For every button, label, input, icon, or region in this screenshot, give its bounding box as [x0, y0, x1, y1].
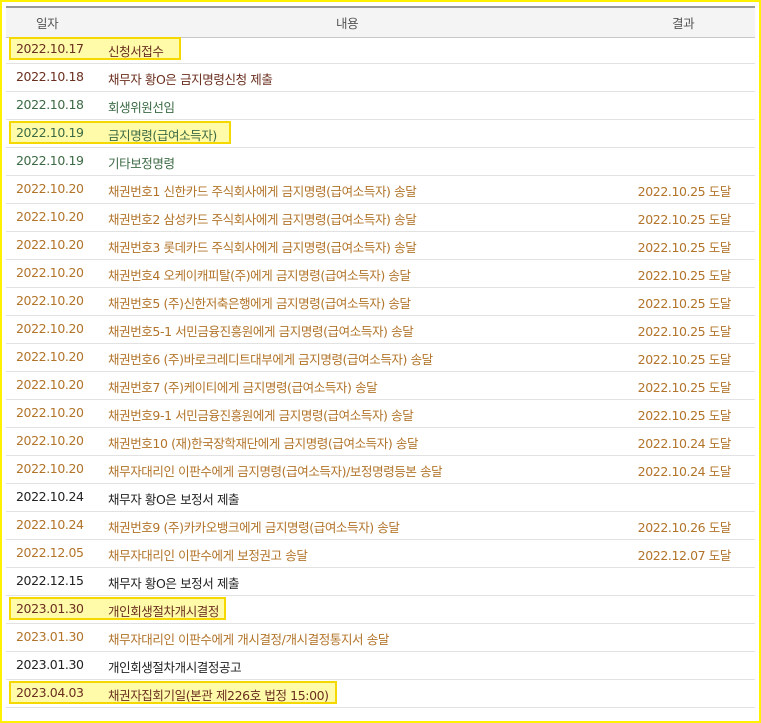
- row-date: 2023.04.03: [16, 685, 84, 700]
- row-result: 2022.10.24 도달: [637, 464, 732, 479]
- table-row: 2023.01.30 채무자대리인 이판수에게 개시결정/개시결정통지서 송달: [6, 624, 755, 652]
- row-date: 2022.10.19: [16, 153, 84, 168]
- row-date: 2022.10.20: [16, 181, 84, 196]
- table-row: 2022.10.18 회생위원선임: [6, 92, 755, 120]
- table-row: 2022.10.20 채권번호5 (주)신한저축은행에게 금지명령(급여소득자) …: [6, 288, 755, 316]
- row-date: 2022.10.20: [16, 349, 84, 364]
- row-date: 2022.10.20: [16, 433, 84, 448]
- table-row: 2022.10.24 채무자 황O은 보정서 제출: [6, 484, 755, 512]
- row-content: 채무자대리인 이판수에게 금지명령(급여소득자)/보정명령등본 송달: [108, 464, 443, 479]
- row-result: 2022.10.25 도달: [637, 352, 732, 367]
- table-header: 일자 내용 결과: [6, 6, 755, 38]
- row-date: 2023.01.30: [16, 601, 84, 616]
- table-row: 2022.10.20 채권번호4 오케이캐피탈(주)에게 금지명령(급여소득자) …: [6, 260, 755, 288]
- result-column-header: 결과: [672, 16, 695, 31]
- row-result: 2022.10.25 도달: [637, 296, 732, 311]
- table-row: 2022.10.20 채권번호1 신한카드 주식회사에게 금지명령(급여소득자) …: [6, 176, 755, 204]
- progress-table-body: 2022.10.17 신청서접수 2022.10.18 채무자 황O은 금지명령신청 …: [6, 36, 755, 708]
- row-content: 기타보정명령: [108, 156, 175, 171]
- row-date: 2022.10.20: [16, 377, 84, 392]
- date-column-header: 일자: [36, 16, 59, 31]
- row-date: 2023.01.30: [16, 629, 84, 644]
- row-date: 2022.10.18: [16, 97, 84, 112]
- table-row: 2022.10.20 채권번호9-1 서민금융진흥원에게 금지명령(급여소득자) …: [6, 400, 755, 428]
- table-row: 2022.12.05 채무자대리인 이판수에게 보정권고 송달 2022.12.07…: [6, 540, 755, 568]
- row-content: 채권번호6 (주)바로크레디트대부에게 금지명령(급여소득자) 송달: [108, 352, 433, 367]
- row-result: 2022.10.25 도달: [637, 184, 732, 199]
- row-content: 채무자 황O은 보정서 제출: [108, 576, 240, 591]
- row-result: 2022.10.25 도달: [637, 380, 732, 395]
- row-content: 채권번호2 삼성카드 주식회사에게 금지명령(급여소득자) 송달: [108, 212, 417, 227]
- row-content: 신청서접수: [108, 44, 164, 59]
- row-content: 채권번호10 (재)한국장학재단에게 금지명령(급여소득자) 송달: [108, 436, 419, 451]
- table-row: 2023.01.30 개인회생절차개시결정: [6, 596, 755, 624]
- row-date: 2022.10.24: [16, 489, 84, 504]
- row-content: 채권번호9 (주)카카오뱅크에게 금지명령(급여소득자) 송달: [108, 520, 400, 535]
- row-date: 2022.10.18: [16, 69, 84, 84]
- row-content: 채무자 황O은 금지명령신청 제출: [108, 72, 273, 87]
- table-row: 2022.10.19 금지명령(급여소득자): [6, 120, 755, 148]
- row-content: 채권번호9-1 서민금융진흥원에게 금지명령(급여소득자) 송달: [108, 408, 414, 423]
- row-content: 채권번호3 롯데카드 주식회사에게 금지명령(급여소득자) 송달: [108, 240, 417, 255]
- row-content: 개인회생절차개시결정: [108, 604, 220, 619]
- row-content: 금지명령(급여소득자): [108, 128, 217, 143]
- screenshot-frame: 일자 내용 결과 2022.10.17 신청서접수 2022.10.18 채무자 황O…: [0, 0, 761, 723]
- row-result: 2022.10.25 도달: [637, 212, 732, 227]
- row-content: 채무자대리인 이판수에게 보정권고 송달: [108, 548, 308, 563]
- row-content: 채권번호5 (주)신한저축은행에게 금지명령(급여소득자) 송달: [108, 296, 411, 311]
- row-date: 2022.10.17: [16, 41, 84, 56]
- table-row: 2022.10.20 채권번호3 롯데카드 주식회사에게 금지명령(급여소득자) …: [6, 232, 755, 260]
- table-row: 2022.10.18 채무자 황O은 금지명령신청 제출: [6, 64, 755, 92]
- row-content: 채권자집회기일(본관 제226호 법정 15:00): [108, 688, 329, 703]
- table-row: 2023.01.30 개인회생절차개시결정공고: [6, 652, 755, 680]
- table-row: 2022.12.15 채무자 황O은 보정서 제출: [6, 568, 755, 596]
- row-content: 채무자대리인 이판수에게 개시결정/개시결정통지서 송달: [108, 632, 389, 647]
- row-date: 2022.12.15: [16, 573, 84, 588]
- row-content: 채권번호5-1 서민금융진흥원에게 금지명령(급여소득자) 송달: [108, 324, 414, 339]
- row-content: 회생위원선임: [108, 100, 175, 115]
- row-date: 2022.12.05: [16, 545, 84, 560]
- row-date: 2022.10.20: [16, 265, 84, 280]
- row-date: 2022.10.20: [16, 209, 84, 224]
- row-date: 2022.10.20: [16, 237, 84, 252]
- row-date: 2022.10.20: [16, 405, 84, 420]
- table-row: 2022.10.20 채권번호6 (주)바로크레디트대부에게 금지명령(급여소득자…: [6, 344, 755, 372]
- table-row: 2022.10.20 채권번호2 삼성카드 주식회사에게 금지명령(급여소득자) …: [6, 204, 755, 232]
- row-date: 2022.10.20: [16, 321, 84, 336]
- row-result: 2022.10.26 도달: [637, 520, 732, 535]
- row-content: 채무자 황O은 보정서 제출: [108, 492, 240, 507]
- row-result: 2022.10.25 도달: [637, 240, 732, 255]
- table-row: 2022.10.20 채권번호10 (재)한국장학재단에게 금지명령(급여소득자)…: [6, 428, 755, 456]
- row-date: 2022.10.20: [16, 461, 84, 476]
- table-row: 2022.10.19 기타보정명령: [6, 148, 755, 176]
- row-content: 개인회생절차개시결정공고: [108, 660, 242, 675]
- row-result: 2022.10.25 도달: [637, 268, 732, 283]
- table-row: 2022.10.17 신청서접수: [6, 36, 755, 64]
- table-row: 2023.04.03 채권자집회기일(본관 제226호 법정 15:00): [6, 680, 755, 708]
- row-result: 2022.10.25 도달: [637, 324, 732, 339]
- row-result: 2022.10.25 도달: [637, 408, 732, 423]
- row-date: 2022.10.19: [16, 125, 84, 140]
- table-row: 2022.10.20 채권번호5-1 서민금융진흥원에게 금지명령(급여소득자) …: [6, 316, 755, 344]
- table-row: 2022.10.20 채권번호7 (주)케이티에게 금지명령(급여소득자) 송달 2…: [6, 372, 755, 400]
- row-content: 채권번호1 신한카드 주식회사에게 금지명령(급여소득자) 송달: [108, 184, 417, 199]
- row-date: 2022.10.24: [16, 517, 84, 532]
- row-date: 2023.01.30: [16, 657, 84, 672]
- row-content: 채권번호7 (주)케이티에게 금지명령(급여소득자) 송달: [108, 380, 378, 395]
- row-result: 2022.10.24 도달: [637, 436, 732, 451]
- row-date: 2022.10.20: [16, 293, 84, 308]
- content-column-header: 내용: [336, 16, 359, 31]
- table-row: 2022.10.20 채무자대리인 이판수에게 금지명령(급여소득자)/보정명령등…: [6, 456, 755, 484]
- row-result: 2022.12.07 도달: [637, 548, 732, 563]
- row-content: 채권번호4 오케이캐피탈(주)에게 금지명령(급여소득자) 송달: [108, 268, 411, 283]
- table-row: 2022.10.24 채권번호9 (주)카카오뱅크에게 금지명령(급여소득자) 송…: [6, 512, 755, 540]
